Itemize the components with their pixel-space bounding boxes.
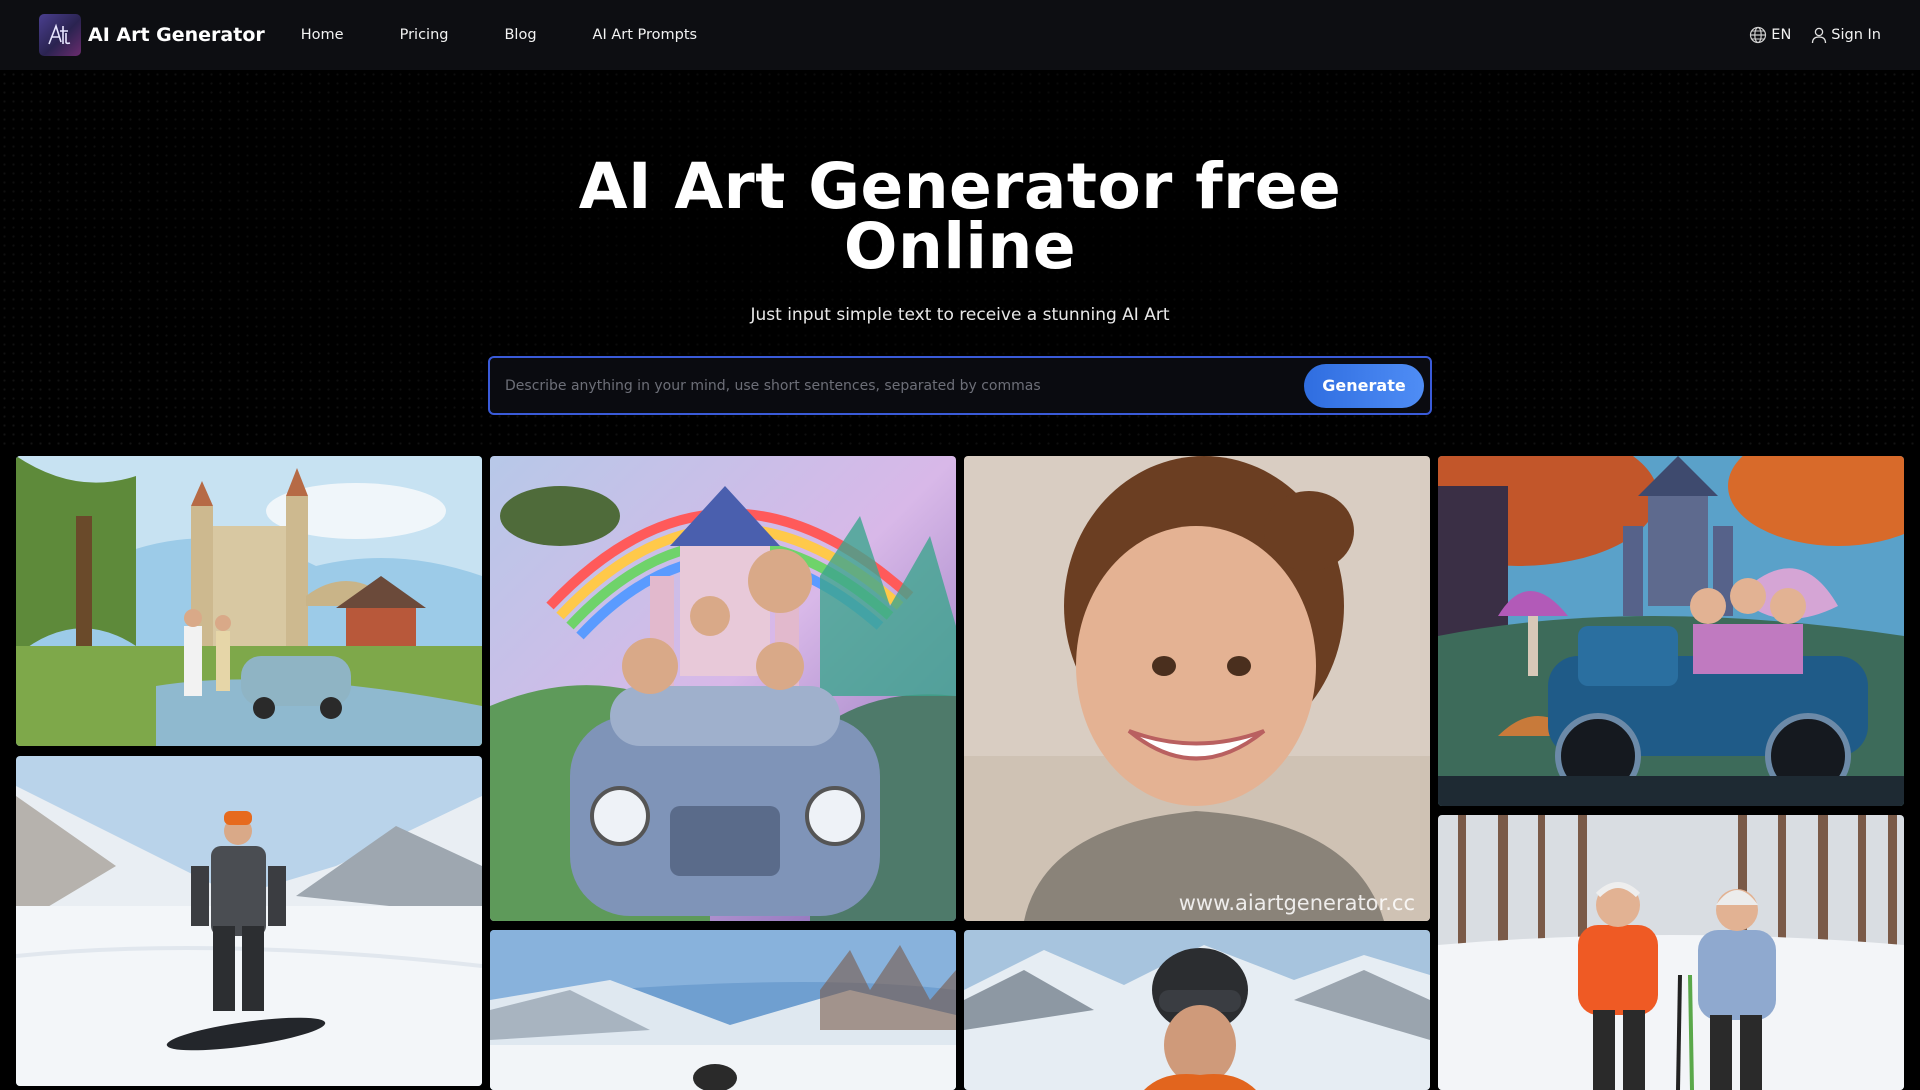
gallery-image-fairy-vintage-car[interactable]	[1438, 456, 1904, 806]
gallery-image-family-castle[interactable]	[16, 456, 482, 746]
hero-title-line2: Online	[843, 210, 1077, 283]
gallery-image-skier-helmet[interactable]	[964, 930, 1430, 1090]
language-selector[interactable]: EN	[1749, 26, 1791, 44]
globe-icon	[1750, 26, 1767, 44]
sign-in-button[interactable]: Sign In	[1811, 27, 1881, 44]
top-navbar: AI Art Generator Home Pricing Blog AI Ar…	[0, 0, 1920, 70]
user-icon	[1812, 27, 1827, 43]
prompt-input[interactable]	[505, 377, 1304, 394]
prompt-box: Generate	[488, 356, 1432, 415]
gallery-image-snowboarder[interactable]	[16, 756, 482, 1086]
nav-right: EN Sign In	[1729, 26, 1881, 44]
nav-link-blog[interactable]: Blog	[504, 27, 536, 43]
nav-link-pricing[interactable]: Pricing	[400, 27, 449, 43]
main-nav: Home Pricing Blog AI Art Prompts	[301, 27, 753, 43]
brand-logo-icon	[39, 14, 81, 56]
gallery-image-smiling-girl[interactable]: www.aiartgenerator.cc	[964, 456, 1430, 921]
nav-link-ai-art-prompts[interactable]: AI Art Prompts	[593, 27, 698, 43]
generate-button[interactable]: Generate	[1304, 363, 1424, 408]
language-label: EN	[1771, 27, 1792, 43]
brand-home-link[interactable]: AI Art Generator	[39, 14, 265, 56]
sign-in-label: Sign In	[1831, 27, 1881, 43]
hero-subtitle: Just input simple text to receive a stun…	[750, 305, 1170, 325]
gallery-image-skier-slope[interactable]	[490, 930, 956, 1090]
brand-name: AI Art Generator	[88, 24, 265, 46]
gallery-watermark: www.aiartgenerator.cc	[1178, 891, 1415, 915]
nav-link-home[interactable]: Home	[301, 27, 344, 43]
hero-title: AI Art Generator free Online	[0, 155, 1920, 278]
hero-section: AI Art Generator free Online Just input …	[0, 70, 1920, 450]
gallery-image-family-rainbow-car[interactable]	[490, 456, 956, 921]
gallery-image-elderly-couple-skiing[interactable]	[1438, 815, 1904, 1090]
